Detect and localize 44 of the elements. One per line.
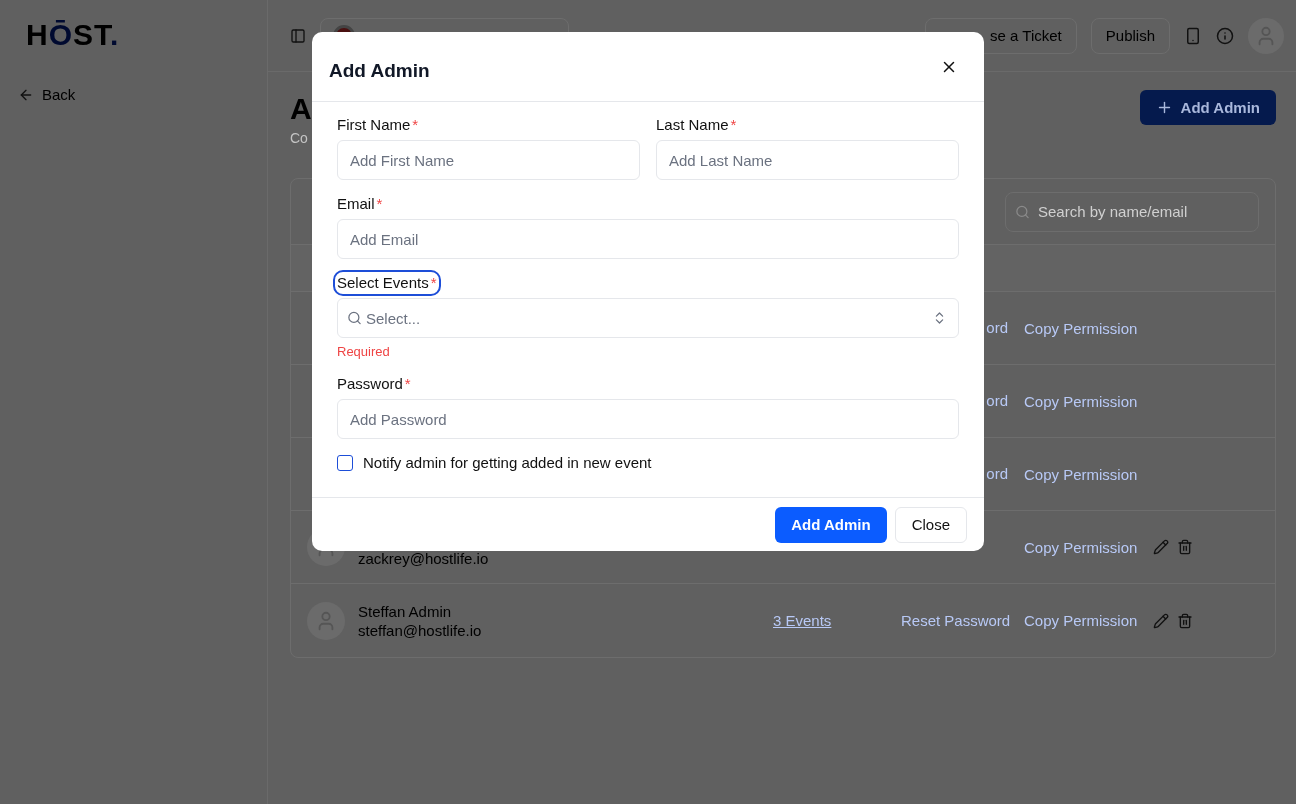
input-field[interactable]: Add First Name xyxy=(337,140,640,180)
search-field[interactable]: Search by name/email xyxy=(1005,191,1259,232)
sidebar-toggle-icon[interactable] xyxy=(290,27,306,44)
copy-permission-link[interactable]: Copy Permission xyxy=(1024,392,1138,410)
edit-icon[interactable] xyxy=(1153,539,1170,555)
reset-password-link[interactable]: Reset Password xyxy=(901,611,1011,629)
submit-button[interactable]: Add Admin xyxy=(775,506,887,543)
copy-permission-link[interactable]: Copy Permission xyxy=(1024,612,1138,629)
events-link[interactable]: 3 Events xyxy=(773,611,832,629)
admin-name: Steffan Admin xyxy=(358,602,453,620)
field-label: First Name* xyxy=(337,116,419,134)
input-field[interactable]: Add Last Name xyxy=(656,140,959,180)
back-link[interactable]: Back xyxy=(18,86,76,103)
close-button[interactable]: Close xyxy=(894,506,967,543)
reset-password-link[interactable]: ord xyxy=(986,319,1008,336)
phone-icon[interactable] xyxy=(1184,26,1202,45)
reset-password-link[interactable]: ord xyxy=(986,392,1008,409)
admin-email: zackrey@hostlife.io xyxy=(358,550,489,567)
admin-email: steffan@hostlife.io xyxy=(358,621,482,639)
search-icon xyxy=(347,310,362,326)
dialog-title: Add Admin xyxy=(329,59,430,82)
delete-icon[interactable] xyxy=(1177,539,1194,555)
add-admin-button[interactable]: Add Admin xyxy=(1139,90,1276,125)
delete-icon[interactable] xyxy=(1177,612,1194,629)
checkbox[interactable] xyxy=(337,454,353,471)
info-icon[interactable] xyxy=(1216,26,1234,45)
copy-permission-link[interactable]: Copy Permission xyxy=(1024,538,1138,556)
field-label: Email* xyxy=(337,195,383,213)
input-field[interactable]: Add Email xyxy=(337,219,959,259)
field-label: Password* xyxy=(337,375,411,393)
page-subtitle: Co xyxy=(290,130,309,146)
publish-button[interactable]: Publish xyxy=(1090,17,1170,54)
copy-permission-link[interactable]: Copy Permission xyxy=(1024,319,1138,337)
page-title: A xyxy=(290,92,312,126)
error-text: Required xyxy=(337,344,391,360)
logo: HŌST. xyxy=(25,17,120,53)
search-icon xyxy=(1015,204,1030,219)
field-label: Last Name* xyxy=(656,116,737,134)
copy-permission-link[interactable]: Copy Permission xyxy=(1024,465,1138,483)
edit-icon[interactable] xyxy=(1153,612,1170,629)
input-field[interactable]: Add Password xyxy=(337,399,959,439)
select-field[interactable]: Select... xyxy=(337,298,959,338)
reset-password-link[interactable]: ord xyxy=(986,465,1008,482)
checkbox-label: Notify admin for getting added in new event xyxy=(363,454,652,471)
